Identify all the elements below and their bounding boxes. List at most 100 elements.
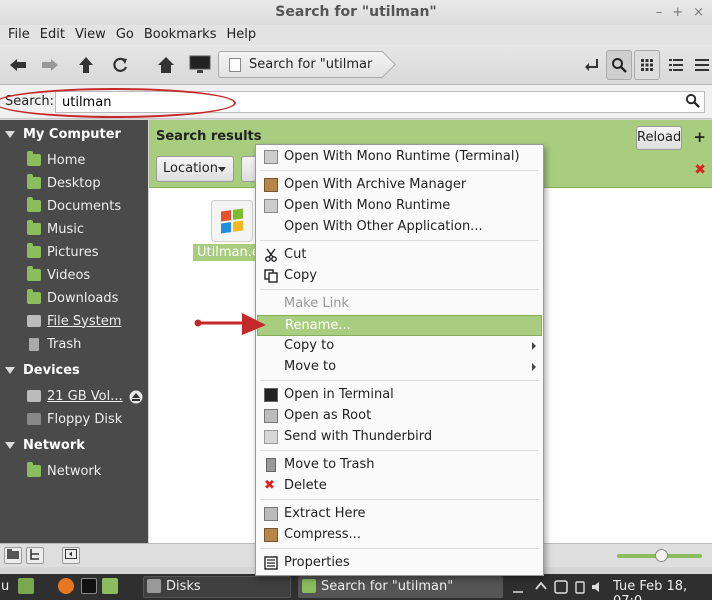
path-toggle-icon[interactable] (580, 53, 604, 77)
sidebar-item-videos[interactable]: Videos (27, 266, 90, 284)
floppy-icon (27, 413, 41, 425)
zoom-slider-knob[interactable] (655, 549, 668, 562)
compact-view-icon[interactable] (690, 53, 712, 77)
collapse-triangle-icon (5, 442, 15, 449)
windows-exe-icon[interactable] (211, 200, 253, 242)
sidebar-item-floppy-disk[interactable]: Floppy Disk (27, 410, 122, 428)
context-menu: Open With Mono Runtime (Terminal) Open W… (255, 144, 544, 576)
eject-icon[interactable] (129, 390, 143, 408)
forward-arrow-icon[interactable] (38, 53, 62, 77)
document-icon (229, 58, 241, 72)
mono-icon (264, 199, 278, 213)
menu-item-extract-here[interactable]: Extract Here (257, 504, 542, 525)
sidebar-item-music[interactable]: Music (27, 220, 84, 238)
location-dropdown[interactable]: Location (156, 156, 234, 182)
menu-go[interactable]: Go (114, 25, 142, 45)
menu-item-delete[interactable]: ✖ Delete (257, 476, 542, 497)
file-manager-launcher-icon[interactable] (102, 578, 118, 594)
menu-bookmarks[interactable]: Bookmarks (142, 25, 225, 45)
trash-icon (266, 458, 276, 472)
up-arrow-icon[interactable] (74, 53, 98, 77)
firefox-icon[interactable] (58, 578, 74, 594)
menu-item-move-to-trash[interactable]: Move to Trash (257, 455, 542, 476)
search-icon[interactable] (606, 50, 632, 80)
menu-view[interactable]: View (73, 25, 114, 45)
tree-pane-icon[interactable] (26, 547, 44, 564)
menu-item-open-as-root[interactable]: Open as Root (257, 406, 542, 427)
sidebar-item-volume[interactable]: 21 GB Vol... (27, 387, 123, 405)
menu-item-move-to[interactable]: Move to (257, 357, 542, 378)
sidebar-item-home[interactable]: Home (27, 151, 85, 169)
copy-icon (264, 269, 278, 283)
taskbar-window-search[interactable]: Search for "utilman" (298, 576, 503, 598)
properties-icon (264, 556, 278, 570)
network-folder-icon (27, 462, 41, 477)
menu-item-send-thunderbird[interactable]: Send with Thunderbird (257, 427, 542, 448)
submenu-arrow-icon (532, 342, 536, 350)
taskbar-menu-label[interactable]: u (1, 579, 9, 594)
chevron-down-icon (218, 167, 226, 172)
computer-icon[interactable] (188, 53, 212, 77)
mono-icon (264, 150, 278, 164)
sidebar-item-network[interactable]: Network (27, 462, 101, 480)
taskbar-window-disks[interactable]: Disks (143, 576, 291, 598)
menu-item-properties[interactable]: Properties (257, 553, 542, 574)
menu-item-copy-to[interactable]: Copy to (257, 336, 542, 357)
sidebar-item-trash[interactable]: Trash (27, 335, 81, 353)
toolbar: Search for "utilman" (0, 45, 712, 85)
path-button[interactable]: Search for "utilman" (218, 51, 383, 78)
reload-icon[interactable] (108, 53, 132, 77)
clock[interactable]: Tue Feb 18, 07:0 (613, 579, 712, 600)
menu-item-open-mono-terminal[interactable]: Open With Mono Runtime (Terminal) (257, 147, 542, 168)
menu-help[interactable]: Help (224, 25, 264, 45)
close-button[interactable]: × (693, 5, 704, 20)
menu-item-rename[interactable]: Rename... (257, 315, 542, 336)
terminal-launcher-icon[interactable] (81, 578, 97, 594)
menu-file[interactable]: File (6, 25, 38, 45)
sidebar-section-network[interactable]: Network (5, 438, 85, 453)
sidebar: My Computer Home Desktop Documents Music… (0, 120, 148, 543)
menu-item-open-other-app[interactable]: Open With Other Application... (257, 217, 542, 238)
sidebar-section-devices[interactable]: Devices (5, 363, 80, 378)
add-criteria-icon[interactable]: + (693, 128, 706, 146)
minimize-button[interactable]: – (656, 5, 663, 20)
remove-criteria-icon[interactable]: ✖ (694, 162, 706, 178)
list-view-icon[interactable] (664, 53, 688, 77)
menu-item-make-link: Make Link (284, 296, 349, 311)
menu-item-compress[interactable]: Compress... (257, 525, 542, 546)
home-icon[interactable] (154, 53, 178, 77)
title-bar: Search for "utilman" (0, 0, 712, 25)
sidebar-item-file-system[interactable]: File System (27, 312, 121, 330)
reload-button[interactable]: Reload (636, 126, 682, 150)
sidebar-item-desktop[interactable]: Desktop (27, 174, 101, 192)
documents-folder-icon (27, 197, 41, 212)
file-label[interactable]: Utilman.e (193, 244, 264, 261)
drive-icon (27, 390, 41, 402)
menu-edit[interactable]: Edit (38, 25, 73, 45)
sidebar-section-my-computer[interactable]: My Computer (5, 127, 121, 142)
tray-icons[interactable] (512, 580, 606, 598)
path-label: Search for "utilman" (249, 57, 382, 72)
terminal-icon (264, 388, 278, 402)
menu-item-copy[interactable]: Copy (257, 266, 542, 287)
home-folder-icon (27, 151, 41, 166)
disks-icon (147, 579, 161, 593)
delete-icon: ✖ (264, 478, 275, 493)
menu-item-open-terminal[interactable]: Open in Terminal (257, 385, 542, 406)
back-arrow-icon[interactable] (6, 53, 30, 77)
window-title: Search for "utilman" (275, 4, 437, 20)
icon-view-icon[interactable] (634, 50, 660, 80)
menu-item-open-mono[interactable]: Open With Mono Runtime (257, 196, 542, 217)
show-desktop-icon[interactable] (18, 578, 34, 594)
places-pane-icon[interactable] (4, 547, 22, 564)
sidebar-item-pictures[interactable]: Pictures (27, 243, 98, 261)
folder-icon (302, 579, 316, 593)
hide-sidebar-icon[interactable] (62, 547, 80, 564)
sidebar-item-downloads[interactable]: Downloads (27, 289, 118, 307)
menu-item-open-archive-manager[interactable]: Open With Archive Manager (257, 175, 542, 196)
menu-item-cut[interactable]: Cut (257, 245, 542, 266)
sidebar-item-documents[interactable]: Documents (27, 197, 121, 215)
annotation-arrow (194, 313, 266, 335)
maximize-button[interactable]: + (672, 5, 683, 20)
magnifier-icon[interactable] (685, 93, 700, 112)
